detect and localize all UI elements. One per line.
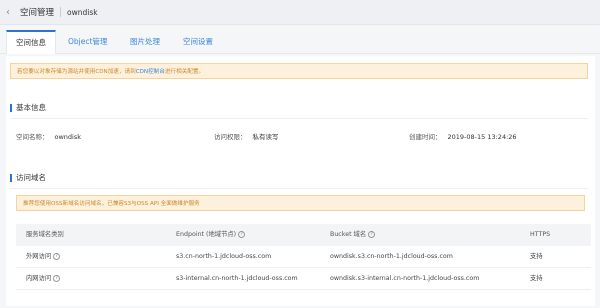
help-icon[interactable]: ? <box>53 274 61 282</box>
tab-bar: 空间信息 Object管理 图片处理 空间设置 <box>0 30 600 54</box>
header-bucket-domain: Bucket 域名? <box>330 224 376 246</box>
title-divider <box>60 7 62 17</box>
row-bucket-domain[interactable]: owndisk.s3-internal.cn-north-1.jdcloud-o… <box>330 268 479 290</box>
domain-notice: 推荐您使用OSS新域名访问域名，已兼容S3与OSS API 全面做维护服务 <box>16 195 585 211</box>
domain-table-header: 服务域名类别 Endpoint (地域节点)? Bucket 域名? HTTPS <box>16 224 591 246</box>
cdn-console-link[interactable]: CDN控制台 <box>136 69 165 75</box>
created-time-label: 创建时间： <box>409 133 442 141</box>
page-title: 空间管理 <box>20 8 55 18</box>
header-domain-type: 服务域名类别 <box>26 231 64 238</box>
row-https: 支持 <box>530 253 543 260</box>
row-endpoint[interactable]: s3-internal.cn-north-1.jdcloud-oss.com <box>176 268 298 290</box>
created-time-value: 2019-08-15 13:24:26 <box>447 133 517 141</box>
cdn-notice-suffix: 进行相关配置。 <box>164 69 205 75</box>
row-type: 内网访问? <box>26 268 61 290</box>
divider <box>10 118 588 119</box>
cdn-notice: 若您要以对象存储为源站并使用CDN加速，请到CDN控制台进行相关配置。 <box>10 63 588 79</box>
space-name-label: 空间名称： <box>16 133 49 141</box>
help-icon[interactable]: ? <box>53 252 61 260</box>
back-icon[interactable]: ‹ <box>6 7 16 18</box>
content-panel: 若您要以对象存储为源站并使用CDN加速，请到CDN控制台进行相关配置。 基本信息… <box>6 56 595 306</box>
access-permission-label: 访问权限： <box>214 133 247 141</box>
row-bucket-domain[interactable]: owndisk.s3.cn-north-1.jdcloud-oss.com <box>330 246 453 268</box>
cdn-notice-text: 若您要以对象存储为源站并使用CDN加速，请到 <box>17 69 136 75</box>
access-domain-title: 访问域名 <box>10 174 46 182</box>
help-icon[interactable]: ? <box>238 230 246 238</box>
tab-space-settings[interactable]: 空间设置 <box>183 30 213 54</box>
divider <box>10 188 588 189</box>
access-permission-value: 私有读写 <box>252 133 279 141</box>
header-endpoint: Endpoint (地域节点)? <box>176 224 246 246</box>
access-permission-field: 访问权限： 私有读写 <box>214 131 279 141</box>
row-type-label: 内网访问 <box>26 275 52 282</box>
bucket-name: owndisk <box>67 7 98 17</box>
top-bar: ‹ 空间管理 owndisk <box>0 0 600 25</box>
space-name-field: 空间名称： owndisk <box>16 131 81 141</box>
tab-space-info[interactable]: 空间信息 <box>6 30 56 54</box>
header-endpoint-label: Endpoint (地域节点) <box>176 231 237 238</box>
tab-object-management[interactable]: Object管理 <box>68 30 107 54</box>
tab-image-processing[interactable]: 图片处理 <box>130 30 160 54</box>
table-row: 内网访问? s3-internal.cn-north-1.jdcloud-oss… <box>16 268 591 290</box>
help-icon[interactable]: ? <box>368 230 376 238</box>
row-type: 外网访问? <box>26 246 61 268</box>
basic-info-title: 基本信息 <box>10 104 46 112</box>
created-time-field: 创建时间： 2019-08-15 13:24:26 <box>409 131 517 141</box>
row-type-label: 外网访问 <box>26 253 52 260</box>
space-name-value: owndisk <box>54 133 82 141</box>
header-https: HTTPS <box>530 231 551 238</box>
table-row: 外网访问? s3.cn-north-1.jdcloud-oss.com ownd… <box>16 246 591 268</box>
row-https: 支持 <box>530 275 543 282</box>
header-bucket-domain-label: Bucket 域名 <box>330 231 367 238</box>
row-endpoint[interactable]: s3.cn-north-1.jdcloud-oss.com <box>176 246 271 268</box>
